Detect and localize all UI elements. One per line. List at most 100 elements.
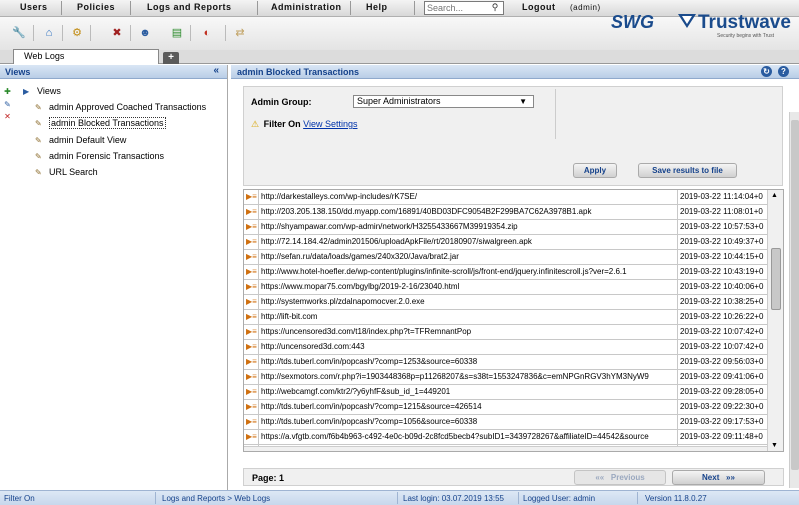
transaction-details-icon[interactable]: ▶≡ xyxy=(246,192,257,202)
trustwave-logo-icon xyxy=(678,14,696,28)
previous-button[interactable]: «« Previous xyxy=(574,470,666,485)
views-panel-header: Views « xyxy=(0,65,227,79)
refresh-icon[interactable]: ↻ xyxy=(761,66,772,77)
table-row[interactable]: ▶≡ https://uncensored3d.com/t18/index.php… xyxy=(244,325,783,340)
table-row[interactable]: ▶≡ http://72.14.184.42/admin201506/upload… xyxy=(244,235,783,250)
table-row[interactable]: ▶≡ http://uncensored3d.com:443 2019-03-22 … xyxy=(244,340,783,355)
column-divider xyxy=(258,355,259,370)
chart-icon[interactable]: ▤ xyxy=(170,26,184,40)
apply-button[interactable]: Apply xyxy=(573,163,617,178)
tree-item-forensic-transactions[interactable]: ✎ admin Forensic Transactions xyxy=(35,151,164,161)
transaction-details-icon[interactable]: ▶≡ xyxy=(246,222,257,232)
view-settings-link[interactable]: View Settings xyxy=(303,119,357,129)
add-tab-button[interactable]: + xyxy=(163,52,179,64)
menu-logs-and-reports[interactable]: Logs and Reports xyxy=(147,2,232,12)
column-divider xyxy=(258,250,259,265)
scroll-thumb[interactable] xyxy=(771,248,781,310)
save-results-button[interactable]: Save results to file xyxy=(638,163,737,178)
row-url: http://uncensored3d.com:443 xyxy=(261,342,365,351)
grid-horizontal-scrollbar[interactable] xyxy=(244,446,767,451)
company-tagline: Security begins with Trust xyxy=(717,33,774,39)
transaction-details-icon[interactable]: ▶≡ xyxy=(246,207,257,217)
transaction-details-icon[interactable]: ▶≡ xyxy=(246,432,257,442)
transaction-details-icon[interactable]: ▶≡ xyxy=(246,312,257,322)
column-divider xyxy=(677,220,678,235)
admin-group-select[interactable]: Super Administrators ▼ xyxy=(353,95,534,108)
column-divider xyxy=(677,400,678,415)
key-icon[interactable]: ⚙ xyxy=(70,26,84,40)
row-url: http://darkestalleys.com/wp-includes/rK7… xyxy=(261,192,418,201)
transaction-details-icon[interactable]: ▶≡ xyxy=(246,387,257,397)
transaction-details-icon[interactable]: ▶≡ xyxy=(246,357,257,367)
filter-on-label: Filter On xyxy=(263,119,301,129)
logout-link[interactable]: Logout xyxy=(522,2,556,12)
help-icon[interactable]: ? xyxy=(778,66,789,77)
transaction-details-icon[interactable]: ▶≡ xyxy=(246,402,257,412)
main-vertical-scrollbar[interactable] xyxy=(789,112,799,488)
table-row[interactable]: ▶≡ http://sefan.ru/data/loads/games/240x3… xyxy=(244,250,783,265)
column-divider xyxy=(677,190,678,205)
table-row[interactable]: ▶≡ http://tds.tuberl.com/in/popcash/?comp… xyxy=(244,355,783,370)
table-row[interactable]: ▶≡ http://tds.tuberl.com/in/popcash/?comp… xyxy=(244,400,783,415)
transaction-details-icon[interactable]: ▶≡ xyxy=(246,342,257,352)
delete-view-icon[interactable]: ✕ xyxy=(3,112,12,121)
tree-item-default-view[interactable]: ✎ admin Default View xyxy=(35,135,126,145)
row-time: 2019-03-22 09:41:06+0 xyxy=(680,372,764,381)
tab-web-logs[interactable]: Web Logs xyxy=(13,49,159,64)
status-breadcrumb: Logs and Reports > Web Logs xyxy=(162,494,271,503)
toolbar-separator xyxy=(62,25,63,41)
main-panel-header: admin Blocked Transactions ↻ ? xyxy=(231,65,799,79)
row-url: http://tds.tuberl.com/in/popcash/?comp=1… xyxy=(261,417,478,426)
table-row[interactable]: ▶≡ http://shyampawar.com/wp-admin/network… xyxy=(244,220,783,235)
add-view-icon[interactable]: ✚ xyxy=(3,87,12,96)
row-url: https://a.vfgtb.com/f6b4b963-c492-4e0c-b… xyxy=(261,432,649,441)
grid-vertical-scrollbar[interactable]: ▲ ▼ xyxy=(767,190,783,451)
main-scroll-thumb[interactable] xyxy=(791,120,799,470)
search-icon[interactable]: ⚲ xyxy=(488,2,502,14)
table-row[interactable]: ▶≡ http://lift-bit.com 2019-03-22 10:26:22… xyxy=(244,310,783,325)
menu-policies[interactable]: Policies xyxy=(77,2,115,12)
menu-separator xyxy=(61,1,62,15)
transaction-details-icon[interactable]: ▶≡ xyxy=(246,237,257,247)
table-row[interactable]: ▶≡ http://systemworks.pl/zdalnapomocver.2… xyxy=(244,295,783,310)
scroll-down-icon[interactable]: ▼ xyxy=(771,442,778,449)
search-input[interactable] xyxy=(425,2,487,14)
menu-help[interactable]: Help xyxy=(366,2,388,12)
table-row[interactable]: ▶≡ http://webcamgf.com/ktr2/?y6yhfF&sub_i… xyxy=(244,385,783,400)
users-config-icon[interactable]: ☻ xyxy=(138,26,152,40)
tree-item-blocked-transactions[interactable]: ✎ admin Blocked Transactions xyxy=(35,117,166,129)
column-divider xyxy=(258,280,259,295)
table-row[interactable]: ▶≡ http://tds.tuberl.com/in/popcash/?comp… xyxy=(244,415,783,430)
scroll-up-icon[interactable]: ▲ xyxy=(771,192,778,199)
table-row[interactable]: ▶≡ http://darkestalleys.com/wp-includes/r… xyxy=(244,190,783,205)
gauge-icon[interactable]: ◐ xyxy=(200,26,214,40)
table-row[interactable]: ▶≡ https://www.mopar75.com/bgylbg/2019-2-… xyxy=(244,280,783,295)
home-icon[interactable]: ⌂ xyxy=(42,26,56,40)
tree-root-views[interactable]: ▶ Views xyxy=(23,86,61,96)
menu-users[interactable]: Users xyxy=(20,2,48,12)
transaction-details-icon[interactable]: ▶≡ xyxy=(246,327,257,337)
tree-item-url-search[interactable]: ✎ URL Search xyxy=(35,167,98,177)
transaction-details-icon[interactable]: ▶≡ xyxy=(246,417,257,427)
edit-view-icon[interactable]: ✎ xyxy=(3,100,12,109)
table-row[interactable]: ▶≡ http://www.hotel-hoefler.de/wp-content… xyxy=(244,265,783,280)
menu-administration[interactable]: Administration xyxy=(271,2,342,12)
next-button[interactable]: Next »» xyxy=(672,470,765,485)
transaction-details-icon[interactable]: ▶≡ xyxy=(246,282,257,292)
wrench-icon[interactable]: 🔧 xyxy=(12,26,26,40)
collapse-panel-button[interactable]: « xyxy=(213,65,219,76)
status-separator xyxy=(155,492,156,504)
transfer-icon[interactable]: ⇄ xyxy=(233,26,247,40)
view-icon: ✎ xyxy=(35,168,42,177)
transaction-details-icon[interactable]: ▶≡ xyxy=(246,297,257,307)
table-row[interactable]: ▶≡ http://203.205.138.150/dd.myapp.com/16… xyxy=(244,205,783,220)
tools-icon[interactable]: ✖ xyxy=(110,26,124,40)
table-row[interactable]: ▶≡ https://a.vfgtb.com/f6b4b963-c492-4e0c… xyxy=(244,430,783,445)
tree-item-approved-coached[interactable]: ✎ admin Approved Coached Transactions xyxy=(35,102,206,112)
transaction-details-icon[interactable]: ▶≡ xyxy=(246,267,257,277)
transaction-details-icon[interactable]: ▶≡ xyxy=(246,372,257,382)
table-row[interactable]: ▶≡ http://sexmotors.com/r.php?i=190344836… xyxy=(244,370,783,385)
view-icon: ✎ xyxy=(35,136,42,145)
transaction-details-icon[interactable]: ▶≡ xyxy=(246,252,257,262)
row-time: 2019-03-22 10:38:25+0 xyxy=(680,297,764,306)
